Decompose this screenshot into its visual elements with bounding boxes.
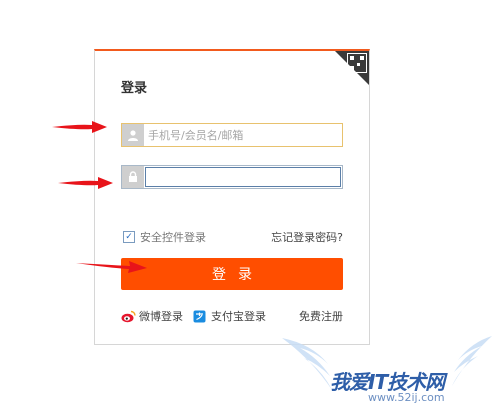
safe-control-row[interactable]: ✓ 安全控件登录	[123, 229, 206, 245]
weibo-login-label: 微博登录	[139, 310, 183, 323]
login-panel: 登录 ✓ 安全控件登录 忘记登录密码? 登录 微博登录	[94, 49, 370, 345]
login-button[interactable]: 登录	[121, 258, 343, 290]
qr-code-toggle[interactable]	[335, 51, 369, 85]
weibo-login-link[interactable]: 微博登录	[121, 308, 183, 324]
forgot-password-link[interactable]: 忘记登录密码?	[271, 229, 343, 245]
username-field[interactable]	[121, 123, 343, 147]
qr-code-icon	[347, 53, 367, 73]
register-link[interactable]: 免费注册	[299, 308, 343, 324]
weibo-icon	[121, 310, 136, 322]
watermark-url: www.52ij.com	[368, 391, 445, 404]
alipay-login-link[interactable]: 支付宝登录	[193, 308, 266, 324]
alipay-icon	[193, 310, 206, 322]
third-party-login-row: 微博登录 支付宝登录 免费注册	[121, 308, 343, 324]
checkbox-checked-icon[interactable]: ✓	[123, 231, 135, 243]
alipay-login-label: 支付宝登录	[211, 310, 266, 323]
safe-control-label: 安全控件登录	[140, 231, 206, 244]
arrow-to-login-button-icon	[76, 261, 147, 273]
arrow-to-username-icon	[52, 121, 107, 133]
login-title: 登录	[121, 81, 148, 96]
password-input[interactable]	[145, 167, 341, 187]
user-icon	[122, 124, 144, 146]
lock-icon	[122, 166, 144, 188]
username-input[interactable]	[144, 124, 342, 146]
password-field[interactable]	[121, 165, 343, 189]
arrow-to-password-icon	[58, 177, 113, 189]
